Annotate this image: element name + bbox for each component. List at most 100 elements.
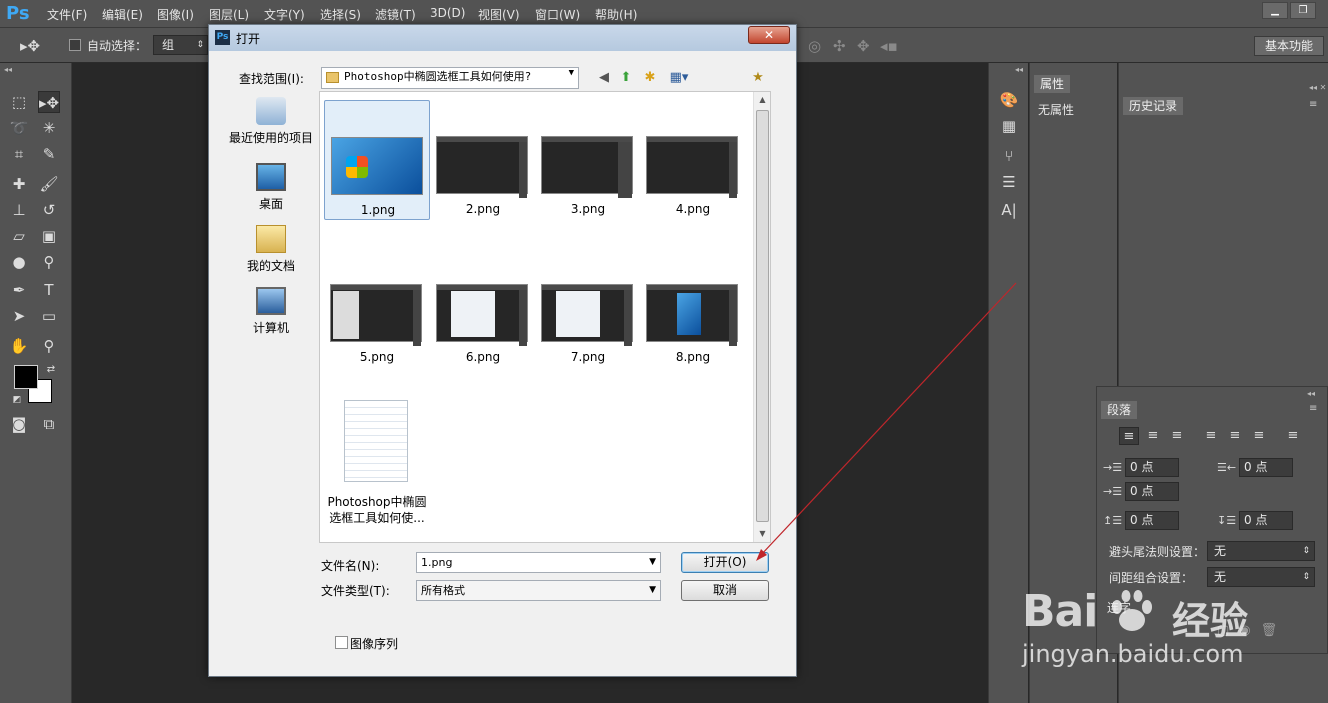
- align-left-icon[interactable]: ≡: [1119, 427, 1139, 445]
- swatches-grid-icon[interactable]: ▦: [998, 115, 1020, 137]
- cancel-button[interactable]: 取消: [681, 580, 769, 601]
- place-recent[interactable]: 最近使用的项目: [225, 97, 317, 146]
- auto-select-checkbox[interactable]: [69, 39, 81, 51]
- look-in-dropdown[interactable]: Photoshop中椭圆选框工具如何使用? ▼: [321, 67, 579, 89]
- justify-last-center-icon[interactable]: ≡: [1225, 427, 1245, 445]
- lasso-tool-icon[interactable]: ➰: [8, 117, 30, 139]
- foreground-color-swatch[interactable]: [14, 365, 38, 389]
- eyedropper-tool-icon[interactable]: ✎: [38, 143, 60, 165]
- scroll-down-icon[interactable]: ▼: [754, 526, 771, 542]
- collapse-toolbox-icon[interactable]: ◂◂: [4, 65, 12, 74]
- color-palette-icon[interactable]: 🎨: [998, 89, 1020, 111]
- menu-edit[interactable]: 编辑(E): [102, 6, 143, 23]
- rectangle-tool-icon[interactable]: ▭: [38, 305, 60, 327]
- character-icon[interactable]: A|: [998, 199, 1020, 221]
- workspace-switcher[interactable]: 基本功能: [1254, 36, 1324, 56]
- paragraph-menu-icon[interactable]: ≡: [1309, 403, 1317, 414]
- dodge-tool-icon[interactable]: ⚲: [38, 251, 60, 273]
- file-item[interactable]: 8.png: [640, 248, 746, 368]
- dialog-titlebar[interactable]: Ps 打开 ✕: [209, 25, 796, 51]
- mojikumi-dropdown[interactable]: 无 ⇕: [1207, 567, 1315, 587]
- file-item[interactable]: 4.png: [640, 100, 746, 220]
- pen-tool-icon[interactable]: ✒: [8, 279, 30, 301]
- file-list-scrollbar[interactable]: ▲ ▼: [753, 92, 770, 542]
- align-center-icon[interactable]: ≡: [1143, 427, 1163, 445]
- properties-tab[interactable]: 属性: [1034, 75, 1071, 93]
- blur-tool-icon[interactable]: ●: [8, 251, 30, 273]
- crop-tool-icon[interactable]: ⌗: [8, 143, 30, 165]
- hand-tool-icon[interactable]: ✋: [8, 335, 30, 357]
- restore-button[interactable]: ❐: [1290, 2, 1316, 19]
- file-item[interactable]: 5.png: [324, 248, 430, 368]
- dock-collapse-icon[interactable]: ◂◂: [1015, 65, 1023, 74]
- space-after-field[interactable]: 0 点: [1239, 511, 1293, 530]
- 3d-slide-icon[interactable]: ◂▪: [880, 37, 898, 55]
- place-desktop[interactable]: 桌面: [225, 163, 317, 212]
- indent-right-field[interactable]: 0 点: [1239, 458, 1293, 477]
- indent-left-field[interactable]: 0 点: [1125, 458, 1179, 477]
- default-colors-icon[interactable]: ◩: [6, 389, 28, 411]
- menu-window[interactable]: 窗口(W): [535, 6, 580, 23]
- menu-3d[interactable]: 3D(D): [430, 6, 465, 20]
- file-item[interactable]: 3.png: [535, 100, 641, 220]
- menu-type[interactable]: 文字(Y): [264, 6, 305, 23]
- chevron-down-icon[interactable]: ▼: [649, 553, 656, 572]
- menu-view[interactable]: 视图(V): [478, 6, 520, 23]
- paragraph-collapse-icon[interactable]: ◂◂: [1307, 389, 1315, 398]
- indent-first-line-field[interactable]: 0 点: [1125, 482, 1179, 501]
- screen-mode-icon[interactable]: ⧉: [38, 413, 60, 435]
- favorites-icon[interactable]: ★: [749, 69, 767, 87]
- marquee-tool-icon[interactable]: ⬚: [8, 91, 30, 113]
- move-tool-preset-icon[interactable]: ▸✥: [20, 37, 40, 55]
- magic-wand-tool-icon[interactable]: ✳: [38, 117, 60, 139]
- quick-mask-icon[interactable]: ◙: [8, 413, 30, 435]
- clone-stamp-tool-icon[interactable]: ⊥: [8, 199, 30, 221]
- brush-presets-icon[interactable]: ⑂: [998, 145, 1020, 167]
- space-before-field[interactable]: 0 点: [1125, 511, 1179, 530]
- justify-all-icon[interactable]: ≡: [1283, 427, 1303, 445]
- open-button[interactable]: 打开(O): [681, 552, 769, 573]
- menu-select[interactable]: 选择(S): [320, 6, 361, 23]
- align-right-icon[interactable]: ≡: [1167, 427, 1187, 445]
- brush-tool-icon[interactable]: 🖌: [38, 173, 60, 195]
- menu-help[interactable]: 帮助(H): [595, 6, 637, 23]
- close-button[interactable]: ✕: [748, 26, 790, 44]
- new-folder-icon[interactable]: ✱: [641, 69, 659, 87]
- 3d-orbit-icon[interactable]: ◎: [808, 37, 821, 55]
- place-computer[interactable]: 计算机: [225, 287, 317, 336]
- zoom-tool-icon[interactable]: ⚲: [38, 335, 60, 357]
- 3d-pan-icon[interactable]: ✥: [857, 37, 870, 55]
- type-tool-icon[interactable]: T: [38, 279, 60, 301]
- 3d-roll-icon[interactable]: ✣: [833, 37, 846, 55]
- scroll-up-icon[interactable]: ▲: [754, 92, 771, 108]
- kinsoku-dropdown[interactable]: 无 ⇕: [1207, 541, 1315, 561]
- menu-layer[interactable]: 图层(L): [209, 6, 249, 23]
- menu-file[interactable]: 文件(F): [47, 6, 87, 23]
- menu-filter[interactable]: 滤镜(T): [375, 6, 416, 23]
- auto-select-dropdown[interactable]: 组 ⇕: [153, 35, 208, 55]
- swap-colors-icon[interactable]: ⇄: [40, 359, 62, 381]
- file-item[interactable]: Photoshop中椭圆选框工具如何使...: [324, 392, 430, 532]
- minimize-button[interactable]: ▁: [1262, 2, 1288, 19]
- path-selection-tool-icon[interactable]: ➤: [8, 305, 30, 327]
- justify-last-left-icon[interactable]: ≡: [1201, 427, 1221, 445]
- adjustments-icon[interactable]: ☰: [998, 171, 1020, 193]
- place-documents[interactable]: 我的文档: [225, 225, 317, 274]
- scroll-thumb[interactable]: [756, 110, 769, 522]
- paragraph-tab[interactable]: 段落: [1101, 401, 1138, 419]
- history-tab[interactable]: 历史记录: [1123, 97, 1184, 115]
- eraser-tool-icon[interactable]: ▱: [8, 225, 30, 247]
- file-type-dropdown[interactable]: 所有格式 ▼: [416, 580, 661, 601]
- history-menu-icon[interactable]: ≡: [1309, 99, 1317, 110]
- file-name-input[interactable]: 1.png ▼: [416, 552, 661, 573]
- file-item[interactable]: 6.png: [430, 248, 536, 368]
- file-item[interactable]: 1.png: [324, 100, 430, 220]
- menu-image[interactable]: 图像(I): [157, 6, 194, 23]
- justify-last-right-icon[interactable]: ≡: [1249, 427, 1269, 445]
- back-icon[interactable]: ◀: [595, 69, 613, 87]
- healing-brush-tool-icon[interactable]: ✚: [8, 173, 30, 195]
- image-sequence-checkbox[interactable]: [335, 636, 348, 649]
- up-folder-icon[interactable]: ⬆: [617, 69, 635, 87]
- gradient-tool-icon[interactable]: ▣: [38, 225, 60, 247]
- file-item[interactable]: 7.png: [535, 248, 641, 368]
